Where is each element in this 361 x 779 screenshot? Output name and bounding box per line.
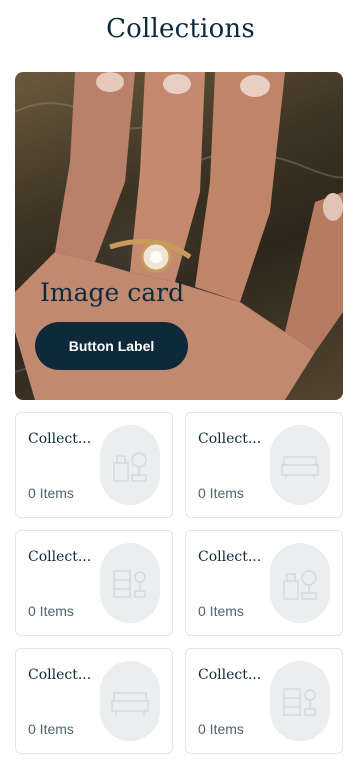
collection-card[interactable]: Collect... 0 Items <box>15 530 173 636</box>
collection-count: 0 Items <box>28 603 74 619</box>
shelf-plant-icon <box>113 570 146 598</box>
furniture-icon <box>283 570 317 600</box>
image-card-button[interactable]: Button Label <box>35 322 188 370</box>
collection-thumbnail <box>100 661 160 741</box>
collection-count: 0 Items <box>198 485 244 501</box>
sofa-icon <box>111 692 149 715</box>
collection-title: Collect... <box>28 431 92 447</box>
sofa-icon <box>281 456 319 479</box>
collection-count: 0 Items <box>198 721 244 737</box>
collection-card[interactable]: Collect... 0 Items <box>185 530 343 636</box>
collection-thumbnail <box>270 543 330 623</box>
collection-card[interactable]: Collect... 0 Items <box>15 648 173 754</box>
collection-card[interactable]: Collect... 0 Items <box>15 412 173 518</box>
collection-count: 0 Items <box>198 603 244 619</box>
collection-thumbnail <box>270 661 330 741</box>
collection-title: Collect... <box>28 549 92 565</box>
collection-count: 0 Items <box>28 485 74 501</box>
page-title: Collections <box>106 14 255 44</box>
collection-thumbnail <box>270 425 330 505</box>
shelf-plant-icon <box>283 688 316 716</box>
collection-card[interactable]: Collect... 0 Items <box>185 412 343 518</box>
collection-title: Collect... <box>28 667 92 683</box>
collection-title: Collect... <box>198 431 262 447</box>
furniture-icon <box>113 452 147 482</box>
collection-card[interactable]: Collect... 0 Items <box>185 648 343 754</box>
image-card-title: Image card <box>40 278 185 307</box>
collection-thumbnail <box>100 543 160 623</box>
image-card[interactable]: Image card Button Label <box>15 72 343 400</box>
collection-title: Collect... <box>198 667 262 683</box>
collection-title: Collect... <box>198 549 262 565</box>
collection-count: 0 Items <box>28 721 74 737</box>
collection-thumbnail <box>100 425 160 505</box>
